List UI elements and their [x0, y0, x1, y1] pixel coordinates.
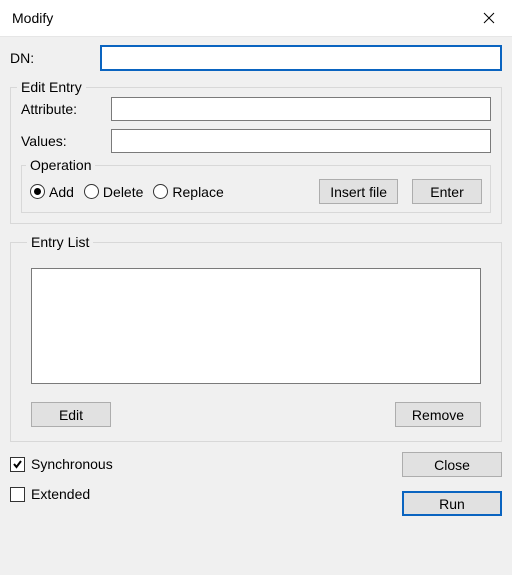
values-input[interactable] — [111, 129, 491, 153]
entry-list-legend: Entry List — [27, 234, 93, 250]
radio-delete[interactable]: Delete — [84, 184, 143, 200]
extended-checkbox-box[interactable] — [10, 487, 25, 502]
bottom-bar: Synchronous Extended Close Run — [10, 452, 502, 516]
radio-replace[interactable]: Replace — [153, 184, 223, 200]
edit-entry-group: Edit Entry Attribute: Values: Operation … — [10, 79, 502, 224]
dialog-buttons: Close Run — [402, 452, 502, 516]
close-icon[interactable] — [466, 0, 512, 36]
entry-list-actions: Edit Remove — [31, 402, 481, 427]
synchronous-label: Synchronous — [31, 456, 113, 472]
extended-checkbox[interactable]: Extended — [10, 486, 113, 502]
close-button[interactable]: Close — [402, 452, 502, 477]
radio-add[interactable]: Add — [30, 184, 74, 200]
operation-legend: Operation — [26, 157, 95, 173]
attribute-input[interactable] — [111, 97, 491, 121]
radio-replace-label: Replace — [172, 184, 223, 200]
radio-delete-input[interactable] — [84, 184, 99, 199]
dn-label: DN: — [10, 50, 100, 66]
edit-button[interactable]: Edit — [31, 402, 111, 427]
extended-label: Extended — [31, 486, 90, 502]
radio-replace-input[interactable] — [153, 184, 168, 199]
checkbox-column: Synchronous Extended — [10, 452, 113, 502]
operation-group: Operation Add Delete Replace Insert file… — [21, 157, 491, 213]
edit-entry-legend: Edit Entry — [17, 79, 86, 95]
modify-dialog: Modify DN: Edit Entry Attribute: Values:… — [0, 0, 512, 575]
enter-button[interactable]: Enter — [412, 179, 482, 204]
values-row: Values: — [21, 129, 491, 153]
remove-button[interactable]: Remove — [395, 402, 481, 427]
values-label: Values: — [21, 133, 111, 149]
run-button[interactable]: Run — [402, 491, 502, 516]
dn-input[interactable] — [100, 45, 502, 71]
insert-file-button[interactable]: Insert file — [319, 179, 398, 204]
client-area: DN: Edit Entry Attribute: Values: Operat… — [0, 36, 512, 575]
radio-delete-label: Delete — [103, 184, 143, 200]
radio-add-input[interactable] — [30, 184, 45, 199]
entry-listbox[interactable] — [31, 268, 481, 384]
dn-row: DN: — [10, 45, 502, 71]
attribute-row: Attribute: — [21, 97, 491, 121]
entry-list-group: Entry List Edit Remove — [10, 234, 502, 442]
synchronous-checkbox[interactable]: Synchronous — [10, 456, 113, 472]
attribute-label: Attribute: — [21, 101, 111, 117]
window-title: Modify — [12, 10, 53, 26]
titlebar: Modify — [0, 0, 512, 36]
radio-add-label: Add — [49, 184, 74, 200]
synchronous-checkbox-box[interactable] — [10, 457, 25, 472]
